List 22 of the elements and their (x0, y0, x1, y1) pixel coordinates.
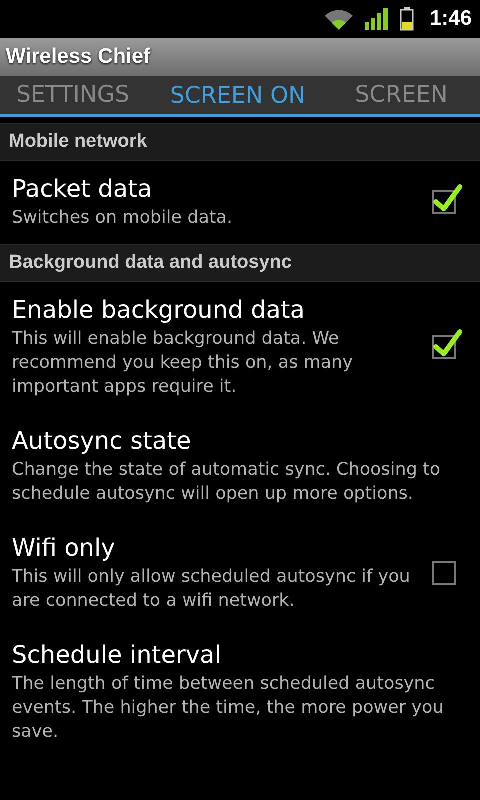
setting-summary: The length of time between scheduled autosync events. The higher the time, the more power you save. (12, 673, 445, 744)
tab[interactable]: SCREEN (355, 76, 480, 114)
status-time: 1:46 (430, 7, 472, 31)
section-header: Mobile network (0, 123, 480, 161)
setting-summary: Change the state of automatic sync. Choosing to schedule autosync will open up more options. (12, 459, 442, 506)
setting-title[interactable]: Schedule interval (12, 641, 456, 669)
signal-icon (364, 8, 390, 30)
setting-summary: Switches on mobile data. (12, 207, 234, 230)
setting-title[interactable]: Packet data (12, 175, 420, 203)
setting-title[interactable]: Wifi only (12, 534, 420, 562)
wifi-icon (324, 8, 354, 30)
battery-icon (400, 7, 414, 31)
checkbox[interactable] (430, 182, 464, 214)
checkbox[interactable] (430, 328, 464, 360)
section-header: Background data and autosync (0, 244, 480, 282)
setting-summary: This will only allow scheduled autosync if you are connected to a wifi network. (12, 566, 412, 613)
setting-summary: This will enable background data. We recommend you keep this on, as many important apps require it. (12, 328, 354, 399)
tab[interactable]: SETTINGS (0, 76, 160, 114)
app-title: Wireless Chief (6, 45, 151, 69)
setting-title[interactable]: Enable background data (12, 296, 420, 324)
tab[interactable]: SCREEN ON (160, 76, 316, 114)
setting-title[interactable]: Autosync state (12, 427, 456, 455)
